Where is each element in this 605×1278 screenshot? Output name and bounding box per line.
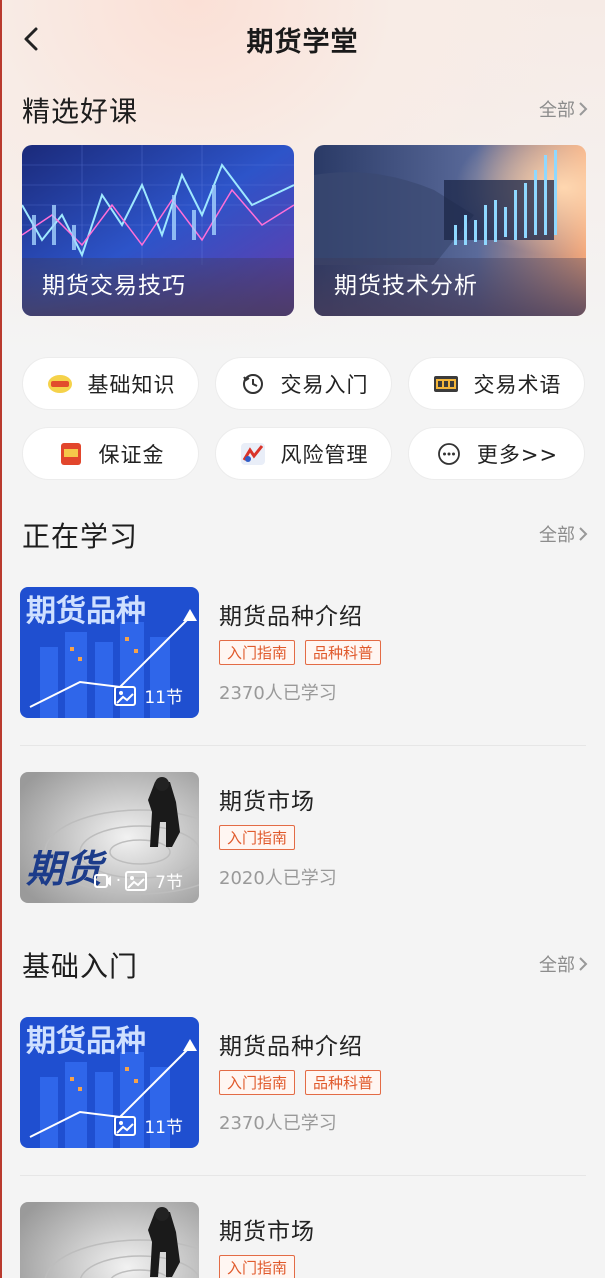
lesson-count: 11节 — [114, 683, 183, 708]
basics-icon — [46, 370, 74, 398]
course-info: 期货市场 入门指南 2020人已学习 — [219, 782, 337, 890]
featured-card-label: 期货交易技巧 — [42, 273, 186, 299]
category-chip-trading-intro[interactable]: 交易入门 — [215, 357, 392, 410]
course-info: 期货品种介绍 入门指南 品种科普 2370人已学习 — [219, 1027, 391, 1135]
chip-label: 更多>> — [476, 442, 559, 467]
featured-course-card-trading-skills[interactable]: 期货交易技巧 — [22, 145, 294, 316]
chip-label: 基础知识 — [87, 372, 176, 397]
category-chip-more[interactable]: 更多>> — [408, 427, 585, 480]
chip-label: 风险管理 — [280, 442, 369, 467]
list-divider — [20, 1175, 586, 1176]
view-all-label: 全部 — [539, 955, 575, 976]
course-info: 期货品种介绍 入门指南 品种科普 2370人已学习 — [219, 597, 391, 705]
lesson-count-label: 11节 — [144, 688, 183, 708]
basics-view-all-link[interactable]: 全部 — [539, 951, 588, 977]
chevron-right-icon — [579, 102, 588, 116]
course-tag: 入门指南 — [219, 1070, 296, 1095]
category-chip-terminology[interactable]: 交易术语 — [408, 357, 585, 410]
course-tags: 入门指南 品种科普 — [219, 640, 391, 665]
course-tag: 入门指南 — [219, 825, 296, 850]
chip-label: 交易入门 — [280, 372, 369, 397]
course-item-futures-varieties[interactable]: 期货品种 11节 期货品种介绍 入门指南 品种科普 2370人已学习 — [20, 587, 586, 719]
chip-label: 交易术语 — [473, 372, 562, 397]
chevron-right-icon — [579, 527, 588, 541]
video-icon — [93, 873, 111, 888]
featured-card-label: 期货技术分析 — [334, 273, 478, 299]
course-item-futures-market[interactable]: 期货 · 7节 期货市场 入门指南 2020人已学习 — [20, 772, 586, 904]
course-thumbnail: 期货品种 11节 — [20, 1017, 199, 1148]
basics-section-header: 基础入门 全部 — [22, 945, 588, 985]
view-all-label: 全部 — [539, 100, 575, 121]
risk-icon — [239, 440, 267, 468]
course-title: 期货市场 — [219, 789, 315, 815]
featured-course-card-technical-analysis[interactable]: 期货技术分析 — [314, 145, 586, 316]
window-edge — [0, 0, 2, 1278]
category-chip-risk-management[interactable]: 风险管理 — [215, 427, 392, 480]
list-divider — [20, 745, 586, 746]
lesson-count: 11节 — [114, 1113, 183, 1138]
course-tags: 入门指南 — [219, 1255, 315, 1278]
learner-count: 2020人已学习 — [219, 868, 337, 889]
margin-icon — [57, 440, 85, 468]
terms-icon — [432, 370, 460, 398]
course-tag: 入门指南 — [219, 1255, 296, 1278]
category-chip-margin[interactable]: 保证金 — [22, 427, 199, 480]
image-icon — [125, 870, 148, 891]
thumbnail-title-text: 期货品种 — [26, 1024, 146, 1059]
course-tag: 入门指南 — [219, 640, 296, 665]
learning-view-all-link[interactable]: 全部 — [539, 521, 588, 547]
course-title: 期货市场 — [219, 1219, 315, 1245]
course-tags: 入门指南 品种科普 — [219, 1070, 391, 1095]
lesson-count-label: 11节 — [144, 1118, 183, 1138]
course-title: 期货品种介绍 — [219, 1034, 363, 1060]
clock-icon — [239, 370, 267, 398]
course-tag: 品种科普 — [305, 1070, 382, 1095]
page-title: 期货学堂 — [246, 27, 359, 58]
nav-bar: 期货学堂 — [0, 0, 605, 78]
chip-label: 保证金 — [98, 442, 165, 467]
course-tags: 入门指南 — [219, 825, 337, 850]
learner-count: 2370人已学习 — [219, 1113, 337, 1134]
course-info: 期货市场 入门指南 — [219, 1212, 315, 1278]
course-title: 期货品种介绍 — [219, 604, 363, 630]
course-item-futures-market[interactable]: 期货 期货市场 入门指南 — [20, 1202, 586, 1278]
course-thumbnail: 期货 · 7节 — [20, 772, 199, 903]
course-item-futures-varieties[interactable]: 期货品种 11节 期货品种介绍 入门指南 品种科普 2370人已学习 — [20, 1017, 586, 1149]
category-chip-basics[interactable]: 基础知识 — [22, 357, 199, 410]
course-tag: 品种科普 — [305, 640, 382, 665]
featured-view-all-link[interactable]: 全部 — [539, 96, 588, 122]
featured-section-title: 精选好课 — [22, 95, 139, 128]
image-icon — [114, 685, 137, 706]
chevron-right-icon — [579, 957, 588, 971]
lesson-count: · 7节 — [93, 868, 183, 893]
featured-section-header: 精选好课 全部 — [22, 90, 588, 130]
learner-count: 2370人已学习 — [219, 683, 337, 704]
thumbnail-title-text: 期货品种 — [26, 594, 146, 629]
learning-section-title: 正在学习 — [22, 520, 139, 553]
image-icon — [114, 1115, 137, 1136]
learning-section-header: 正在学习 全部 — [22, 515, 588, 555]
more-dots-icon — [435, 440, 463, 468]
lesson-count-label: 7节 — [155, 873, 183, 893]
course-thumbnail: 期货品种 11节 — [20, 587, 199, 718]
basics-section-title: 基础入门 — [22, 950, 139, 983]
view-all-label: 全部 — [539, 525, 575, 546]
course-thumbnail: 期货 — [20, 1202, 199, 1278]
